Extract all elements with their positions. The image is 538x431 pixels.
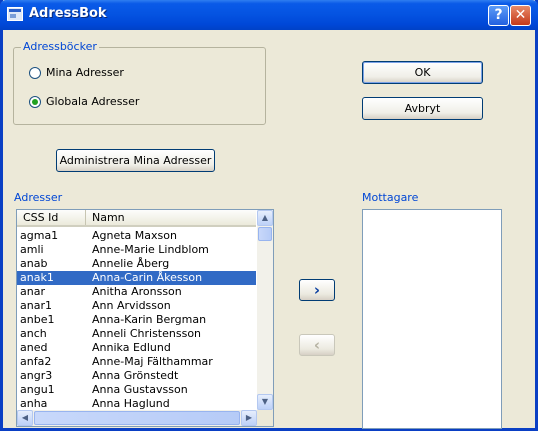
chevron-left-icon: ‹ — [313, 336, 321, 354]
css-id-cell: anbe1 — [20, 313, 55, 326]
table-row[interactable]: anar Anitha Aronsson — [17, 285, 256, 299]
address-books-legend: Adressböcker — [21, 40, 99, 53]
radio-circle[interactable] — [29, 67, 41, 79]
name-cell: Anne-Marie Lindblom — [92, 243, 209, 256]
chevron-right-icon: › — [313, 281, 321, 299]
table-row[interactable]: anha Anna Haglund — [17, 397, 256, 411]
horizontal-scrollbar[interactable]: ◀ ▶ — [17, 410, 257, 426]
scroll-right-button[interactable]: ▶ — [241, 410, 257, 426]
css-id-cell: angr3 — [20, 369, 53, 382]
close-icon: ✕ — [514, 7, 527, 23]
column-header-css-id[interactable]: CSS Id — [17, 210, 86, 225]
remove-recipient-button[interactable]: ‹ — [299, 334, 335, 356]
manage-my-addresses-button[interactable]: Administrera Mina Adresser — [56, 149, 215, 172]
name-cell: Annika Edlund — [92, 341, 171, 354]
window-title: AdressBok — [29, 6, 107, 21]
scroll-down-button[interactable]: ▼ — [257, 394, 273, 410]
css-id-cell: agma1 — [20, 229, 59, 242]
name-cell: Annelie Åberg — [92, 257, 170, 270]
css-id-cell: anab — [20, 257, 48, 270]
table-row[interactable]: angr3 Anna Grönstedt — [17, 369, 256, 383]
radio-circle-checked[interactable] — [29, 96, 41, 108]
add-recipient-button[interactable]: › — [299, 279, 335, 301]
vertical-scrollbar[interactable]: ▲ ▼ — [257, 210, 273, 410]
chevron-left-icon: ◀ — [21, 413, 29, 422]
table-row[interactable]: anab Annelie Åberg — [17, 257, 256, 271]
horizontal-scroll-thumb[interactable] — [34, 411, 240, 425]
title-bar[interactable]: AdressBok ? ✕ — [0, 0, 538, 30]
name-cell: Ann Arvidsson — [92, 299, 171, 312]
scroll-left-button[interactable]: ◀ — [17, 410, 33, 426]
css-id-cell: anch — [20, 327, 47, 340]
css-id-cell: angu1 — [20, 383, 55, 396]
name-cell: Anna Grönstedt — [92, 369, 179, 382]
chevron-right-icon: ▶ — [245, 413, 253, 422]
name-cell: Anna-Carin Åkesson — [92, 271, 203, 284]
address-books-group: Adressböcker Mina Adresser Globala Adres… — [13, 40, 266, 125]
name-cell: Agneta Maxson — [92, 229, 177, 242]
close-button[interactable]: ✕ — [510, 5, 531, 26]
window-app-icon — [7, 7, 23, 21]
help-button[interactable]: ? — [488, 5, 509, 26]
css-id-cell: anar1 — [20, 299, 52, 312]
css-id-cell: anha — [20, 397, 48, 410]
vertical-scroll-thumb[interactable] — [258, 227, 272, 241]
scrollbar-corner — [257, 410, 273, 426]
name-cell: Anne-Maj Fälthammar — [92, 355, 213, 368]
recipients-label: Mottagare — [362, 191, 419, 204]
addresses-label: Adresser — [14, 191, 63, 204]
table-row[interactable]: anak1 Anna-Carin Åkesson — [17, 271, 256, 285]
name-cell: Anitha Aronsson — [92, 285, 182, 298]
table-row[interactable]: anar1 Ann Arvidsson — [17, 299, 256, 313]
name-cell: Anna Haglund — [92, 397, 170, 410]
ok-button[interactable]: OK — [362, 61, 483, 84]
recipients-list[interactable] — [362, 209, 502, 429]
radio-label[interactable]: Mina Adresser — [46, 66, 124, 79]
column-header-namn[interactable]: Namn — [86, 210, 256, 225]
cancel-button[interactable]: Avbryt — [362, 97, 483, 120]
table-row[interactable]: anch Anneli Christensson — [17, 327, 256, 341]
table-row[interactable]: amli Anne-Marie Lindblom — [17, 243, 256, 257]
table-row[interactable]: agma1 Agneta Maxson — [17, 229, 256, 243]
css-id-cell: amli — [20, 243, 44, 256]
css-id-cell: anar — [20, 285, 45, 298]
name-cell: Anna-Karin Bergman — [92, 313, 207, 326]
table-row[interactable]: angu1 Anna Gustavsson — [17, 383, 256, 397]
list-header: CSS Id Namn — [17, 210, 256, 227]
css-id-cell: aned — [20, 341, 48, 354]
name-cell: Anneli Christensson — [92, 327, 202, 340]
name-cell: Anna Gustavsson — [92, 383, 188, 396]
help-icon: ? — [494, 7, 503, 23]
scroll-up-button[interactable]: ▲ — [257, 210, 273, 226]
radio-label[interactable]: Globala Adresser — [46, 95, 139, 108]
chevron-up-icon: ▲ — [261, 213, 269, 222]
table-row[interactable]: aned Annika Edlund — [17, 341, 256, 355]
table-row[interactable]: anfa2 Anne-Maj Fälthammar — [17, 355, 256, 369]
chevron-down-icon: ▼ — [261, 397, 269, 406]
css-id-cell: anfa2 — [20, 355, 52, 368]
table-row[interactable]: anbe1 Anna-Karin Bergman — [17, 313, 256, 327]
addresses-list[interactable]: CSS Id Namn agma1 Agneta Maxson amli Anne-M… — [16, 209, 274, 427]
css-id-cell: anak1 — [20, 271, 54, 284]
